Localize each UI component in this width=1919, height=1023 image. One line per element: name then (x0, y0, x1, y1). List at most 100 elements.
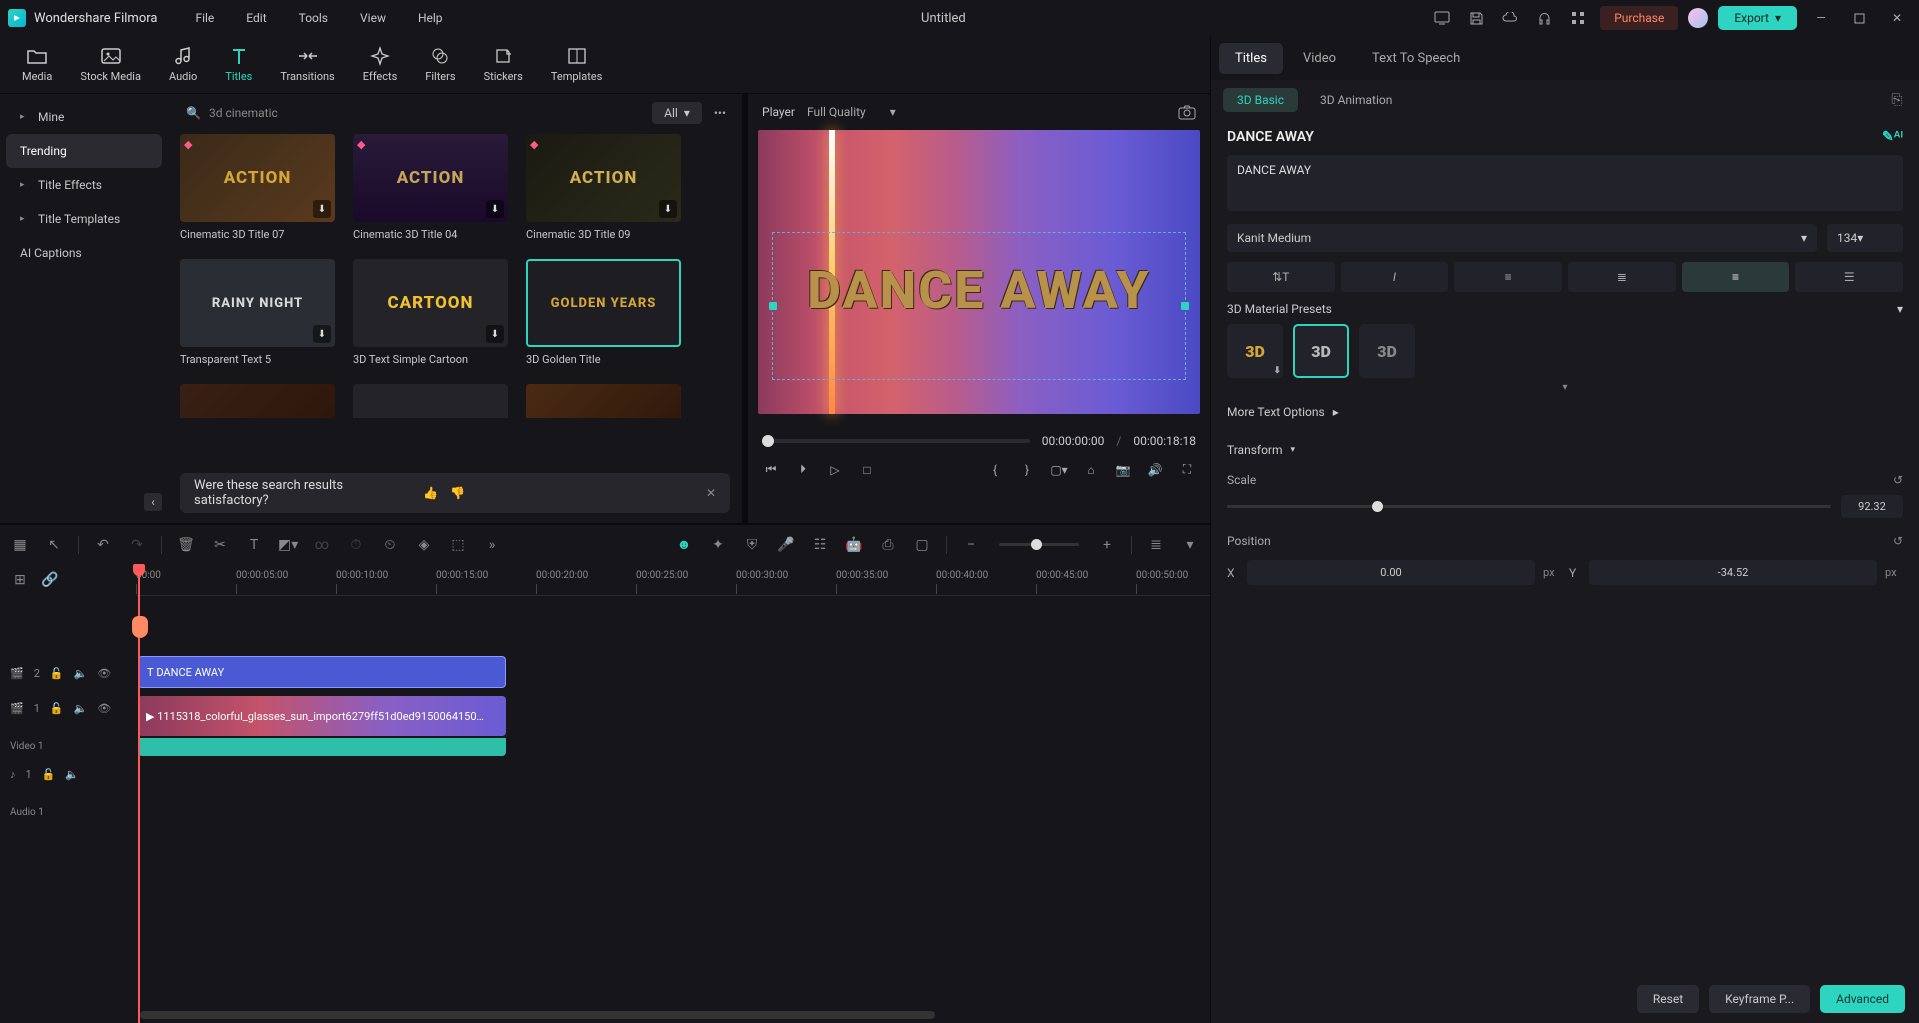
scale-value[interactable]: 92.32 (1841, 495, 1903, 518)
timer-icon[interactable]: ⏲ (380, 537, 400, 553)
track-header-video1[interactable]: 🎬1 🔓 🔈 👁 Video 1 (0, 694, 136, 760)
marker-dropdown-icon[interactable]: ▢▾ (1050, 463, 1068, 477)
sidebar-item-mine[interactable]: ▸Mine (6, 100, 162, 134)
seek-handle[interactable] (762, 435, 774, 447)
scale-reset-icon[interactable]: ↺ (1893, 473, 1903, 487)
render-icon[interactable]: ⎙ (878, 537, 898, 553)
download-icon[interactable]: ⬇ (313, 200, 331, 218)
menu-file[interactable]: File (181, 7, 228, 29)
tab-templates[interactable]: Templates (537, 42, 616, 87)
zoom-in-icon[interactable]: + (1097, 537, 1117, 553)
tab-effects[interactable]: Effects (349, 42, 412, 87)
ai-edit-icon[interactable]: ✎ᴬᴵ (1882, 128, 1903, 145)
menu-help[interactable]: Help (404, 7, 457, 29)
track-more-icon[interactable]: ▾ (1180, 537, 1200, 553)
shield-icon[interactable]: ⛨ (742, 537, 762, 553)
camera-icon[interactable]: 📷 (1114, 463, 1132, 477)
speed-icon[interactable]: ⏱ (346, 537, 366, 553)
link-icon[interactable]: ∞ (312, 537, 332, 553)
volume-icon[interactable]: 🔊 (1146, 463, 1164, 477)
thumbs-up-icon[interactable]: 👍 (423, 486, 438, 500)
preset-1[interactable]: 3D⬇ (1227, 324, 1283, 378)
tab-stickers[interactable]: Stickers (470, 42, 537, 87)
thumbnail[interactable]: GOLDEN YEARS3D Golden Title (526, 259, 681, 366)
color-icon[interactable]: ◈ (414, 537, 434, 553)
reset-button[interactable]: Reset (1637, 985, 1699, 1013)
player-seek-track[interactable] (762, 439, 1030, 443)
track-view-icon[interactable]: ≣ (1146, 537, 1166, 553)
sidebar-item-ai-captions[interactable]: AI Captions (6, 236, 162, 270)
font-size-select[interactable]: 134▾ (1827, 224, 1903, 252)
mute-icon[interactable]: 🔈 (74, 667, 88, 680)
clip-title[interactable]: T DANCE AWAY (138, 656, 506, 688)
track-header-title[interactable]: 🎬2 🔓 🔈 👁 (0, 652, 136, 694)
thumbnail[interactable] (353, 384, 508, 418)
group-icon[interactable]: ⬚ (448, 537, 468, 553)
marker-icon[interactable]: ▢ (912, 537, 932, 553)
thumbnail[interactable] (180, 384, 335, 418)
tracks-link-icon[interactable]: 🔗 (40, 572, 60, 588)
playhead-marker[interactable] (132, 616, 148, 638)
position-reset-icon[interactable]: ↺ (1893, 534, 1903, 548)
quality-select[interactable]: Full Quality▾ (807, 105, 896, 119)
cursor-icon[interactable]: ↖ (44, 537, 64, 553)
grid-icon[interactable]: ▦ (10, 537, 30, 553)
mark-in-icon[interactable]: { (986, 463, 1004, 477)
align-left-button[interactable]: ≡ (1454, 262, 1562, 292)
keyframe-button[interactable]: Keyframe P... (1709, 985, 1810, 1013)
preset-save-icon[interactable]: ⎘ (1887, 92, 1907, 108)
tab-titles-insp[interactable]: Titles (1219, 43, 1283, 74)
prev-frame-icon[interactable]: ⏮ (762, 462, 780, 477)
minimize-button[interactable]: — (1807, 4, 1835, 32)
preset-3[interactable]: 3D (1359, 324, 1415, 378)
eye-icon[interactable]: 👁 (97, 667, 111, 680)
presets-expand[interactable]: ▾ (1227, 382, 1903, 393)
preview-canvas[interactable]: DANCE AWAY (758, 130, 1200, 414)
timeline-ruler[interactable]: 00:0000:00:05:0000:00:10:0000:00:15:0000… (136, 564, 1210, 596)
play-icon[interactable]: ▷ (826, 463, 844, 477)
zoom-out-icon[interactable]: − (961, 537, 981, 553)
robot-icon[interactable]: 🤖 (844, 537, 864, 553)
preset-2[interactable]: 3D (1293, 324, 1349, 378)
align-justify-button[interactable]: ☰ (1795, 262, 1903, 292)
list-icon[interactable]: ☷ (810, 537, 830, 553)
scale-slider[interactable] (1227, 505, 1831, 508)
lock-icon[interactable]: 🔓 (42, 768, 56, 781)
align-right-button[interactable]: ≡ (1682, 262, 1790, 292)
purchase-button[interactable]: Purchase (1600, 6, 1678, 30)
download-icon[interactable]: ⬇ (313, 325, 331, 343)
menu-view[interactable]: View (346, 7, 400, 29)
filter-all-button[interactable]: All▾ (652, 102, 702, 124)
clip-video[interactable]: ▶ 1115318_colorful_glasses_sun_import627… (138, 696, 506, 736)
scrollbar-thumb[interactable] (140, 1011, 935, 1019)
canvas-title-text[interactable]: DANCE AWAY (807, 260, 1150, 321)
save-icon[interactable] (1464, 6, 1488, 30)
track-video1[interactable]: ▶ 1115318_colorful_glasses_sun_import627… (136, 694, 1210, 760)
mute-icon[interactable]: 🔈 (65, 768, 79, 781)
track-header-audio1[interactable]: ♪1 🔓 🔈 Audio 1 (0, 760, 136, 826)
cloud-icon[interactable] (1498, 6, 1522, 30)
undo-icon[interactable]: ↶ (93, 537, 113, 553)
avatar[interactable] (1688, 8, 1708, 28)
text-tool-icon[interactable]: T (244, 537, 264, 553)
zoom-slider[interactable] (999, 543, 1079, 546)
delete-icon[interactable]: 🗑 (176, 537, 196, 553)
tab-audio[interactable]: Audio (155, 42, 211, 87)
presets-header[interactable]: 3D Material Presets▾ (1227, 292, 1903, 324)
thumbnail[interactable]: ◆ACTION⬇Cinematic 3D Title 09 (526, 134, 681, 241)
thumbnail[interactable] (526, 384, 681, 418)
thumbnail[interactable]: ◆ACTION⬇Cinematic 3D Title 07 (180, 134, 335, 241)
title-text-input[interactable] (1227, 155, 1903, 211)
thumbnail[interactable]: RAINY NIGHT⬇Transparent Text 5 (180, 259, 335, 366)
headphones-icon[interactable] (1532, 6, 1556, 30)
lock-icon[interactable]: 🔓 (50, 667, 64, 680)
overflow-icon[interactable]: » (482, 537, 502, 553)
sidebar-item-trending[interactable]: Trending (6, 134, 162, 168)
tab-transitions[interactable]: Transitions (266, 42, 348, 87)
mark-out-icon[interactable]: } (1018, 463, 1036, 477)
thumbs-down-icon[interactable]: 👎 (450, 486, 465, 500)
sidebar-collapse-button[interactable]: ‹ (144, 493, 162, 511)
more-icon[interactable]: ••• (710, 102, 730, 124)
crop-icon[interactable]: ◩▾ (278, 537, 298, 553)
cut-icon[interactable]: ✂ (210, 537, 230, 553)
